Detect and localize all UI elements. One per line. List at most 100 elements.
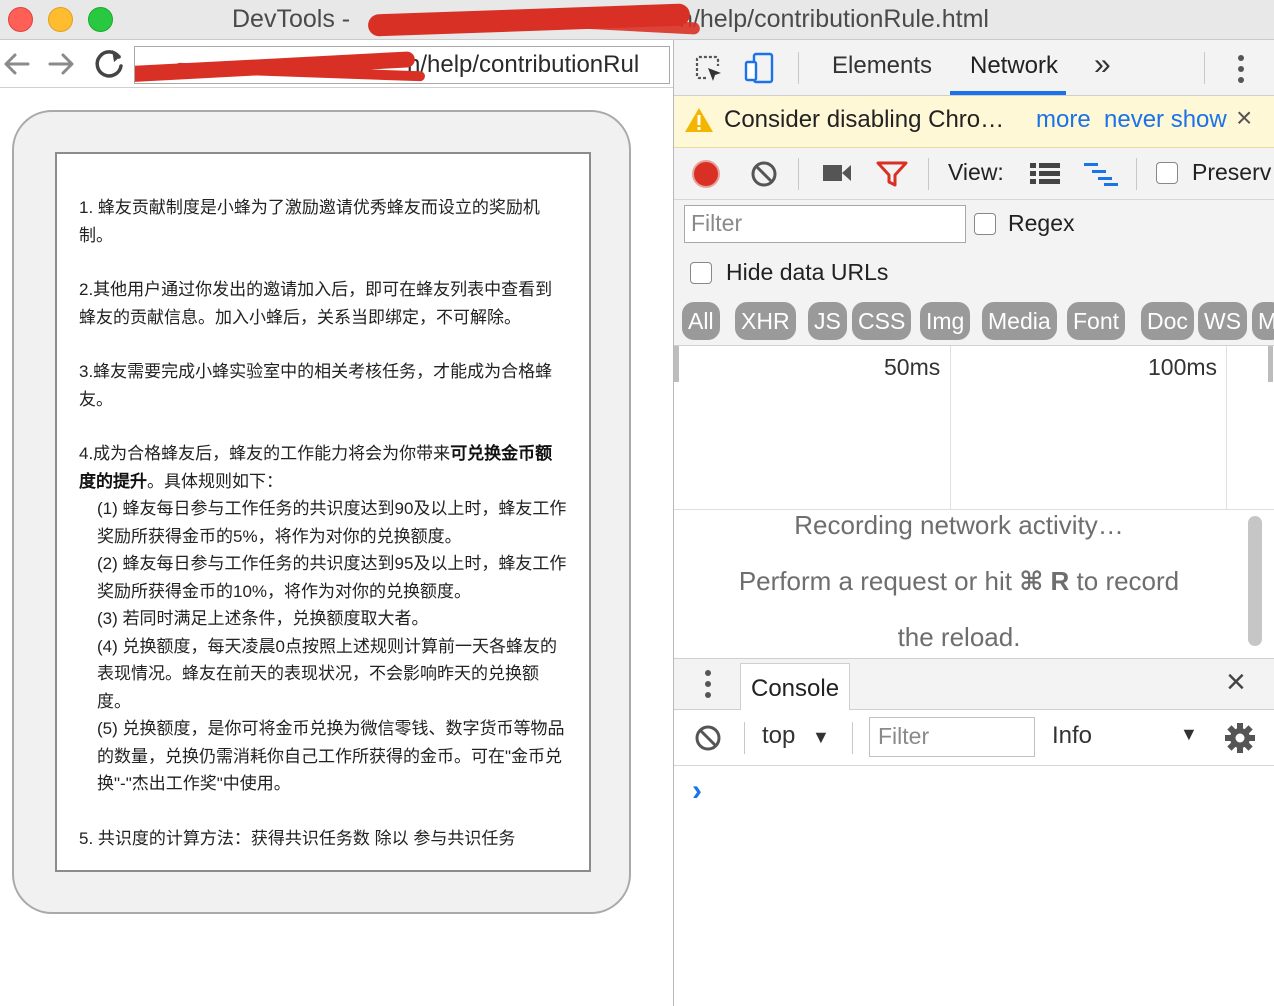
console-clear-icon[interactable] [694,724,722,757]
drawer-menu-icon[interactable] [704,669,712,704]
toolbar-divider [744,722,745,754]
rule-item: (2) 蜂友每日参与工作任务的共识度达到95及以上时，蜂友工作奖励所获得金币的1… [97,554,567,601]
type-filter-css[interactable]: CSS [852,302,912,340]
timeline-tick-label: 100ms [1148,354,1218,380]
type-filter-doc[interactable]: Doc [1141,302,1194,340]
rule-item: (3) 若同时满足上述条件，兑换额度取大者。 [97,609,429,628]
timeline-handle-left[interactable] [674,346,679,382]
hide-data-urls-checkbox[interactable] [690,262,712,284]
context-label: top [762,722,796,749]
zoom-window-button[interactable] [88,7,113,32]
regex-checkbox[interactable] [974,213,996,235]
empty-hint: Perform a request or hit ⌘ R to record [674,566,1244,597]
network-filter-row: Filter Regex [674,200,1274,248]
warning-message: Consider disabling Chro… [724,106,1005,133]
network-overview-timeline[interactable]: 50ms 100ms [674,346,1274,510]
clear-icon[interactable] [750,160,778,193]
inspect-element-icon[interactable] [694,54,724,89]
close-window-button[interactable] [8,7,33,32]
large-rows-icon[interactable] [1030,162,1060,189]
device-screen: 1. 蜂友贡献制度是小蜂为了激励邀请优秀蜂友而设立的奖励机制。 2.其他用户通过… [55,152,591,872]
type-filter-img[interactable]: Img [920,302,971,340]
drawer-close-icon[interactable]: × [1226,663,1246,702]
warning-never-show-link[interactable]: never show [1104,106,1227,134]
rule-text: 4.成为合格蜂友后，蜂友的工作能力将会为你带来 [79,444,451,463]
regex-label: Regex [1008,210,1075,236]
rule-paragraph: 1. 蜂友贡献制度是小蜂为了激励邀请优秀蜂友而设立的奖励机制。 [79,198,540,245]
timeline-tick-label: 50ms [884,354,941,380]
back-arrow-icon[interactable] [2,46,32,89]
more-options-icon[interactable] [1237,54,1245,89]
device-toolbar-icon[interactable] [744,52,776,89]
type-filter-js[interactable]: JS [808,302,847,340]
chevron-down-icon: ▼ [1180,724,1198,744]
empty-hint-text: to record [1069,566,1180,596]
console-output[interactable]: › [674,766,1274,1006]
tab-elements[interactable]: Elements [832,52,932,80]
log-level-selector[interactable]: Info ▼ [1052,722,1202,750]
network-filter-input[interactable]: Filter [684,205,966,243]
url-text: n/help/contributionRul [407,51,640,78]
window-title-prefix: DevTools - [232,5,358,33]
resource-type-filters: All XHR JS CSS Img Media Font Doc WS M [674,300,1274,346]
type-filter-font[interactable]: Font [1067,302,1126,340]
record-icon[interactable] [692,160,720,188]
window-title-suffix: n/help/contributionRule.html [679,5,989,33]
network-toolbar: View: Preserv [674,148,1274,200]
warning-infobar: Consider disabling Chro… more never show… [674,96,1274,148]
type-filter-xhr[interactable]: XHR [735,302,796,340]
contribution-rule-content: 1. 蜂友贡献制度是小蜂为了激励邀请优秀蜂友而设立的奖励机制。 2.其他用户通过… [79,194,569,870]
devtools-tabbar: Elements Network » [674,40,1274,96]
context-selector[interactable]: top ▼ [762,722,830,750]
type-filter-media[interactable]: Media [982,302,1057,340]
rule-paragraph: 4.成为合格蜂友后，蜂友的工作能力将会为你带来可兑换金币额度的提升。具体规则如下… [79,440,569,495]
hide-data-urls-row: Hide data URLs [674,248,1274,300]
console-prompt-icon[interactable]: › [692,774,702,808]
empty-title: Recording network activity… [794,510,1124,540]
console-filter-input[interactable]: Filter [869,717,1035,757]
waterfall-overview-icon[interactable] [1084,162,1118,191]
toolbar-divider [928,158,929,190]
rule-text: 。具体规则如下： [147,471,283,491]
address-bar: n/help/contributionRul [0,40,673,88]
console-settings-gear-icon[interactable] [1224,722,1256,759]
hide-data-urls-label: Hide data URLs [726,259,889,285]
shortcut-key: ⌘ R [1019,566,1070,596]
log-level-label: Info [1052,722,1093,749]
reload-icon[interactable] [92,46,126,89]
video-camera-icon[interactable] [822,162,852,189]
minimize-window-button[interactable] [48,7,73,32]
toolbar-divider [1204,52,1205,84]
rule-paragraph: 2.其他用户通过你发出的邀请加入后，即可在蜂友列表中查看到蜂友的贡献信息。加入小… [79,280,553,327]
more-tabs-icon[interactable]: » [1094,48,1111,82]
rule-item: (5) 兑换额度，是你可将金币兑换为微信零钱、数字货币等物品的数量，兑换仍需消耗… [97,719,565,793]
view-label: View: [948,159,1004,185]
toolbar-divider [852,722,853,754]
device-frame: 1. 蜂友贡献制度是小蜂为了激励邀请优秀蜂友而设立的奖励机制。 2.其他用户通过… [12,110,631,914]
type-filter-manifest[interactable]: M [1252,302,1274,340]
forward-arrow-icon[interactable] [46,46,76,89]
rule-item: (1) 蜂友每日参与工作任务的共识度达到90及以上时，蜂友工作奖励所获得金币的5… [97,499,567,546]
warning-close-icon[interactable]: × [1236,102,1252,134]
timeline-handle-right[interactable] [1268,346,1273,382]
window-titlebar: DevTools - n/help/contributionRule.html [0,0,1274,40]
preserve-log-checkbox[interactable] [1156,162,1178,184]
tab-network[interactable]: Network [970,52,1058,80]
url-input[interactable]: n/help/contributionRul [134,46,670,84]
tab-console[interactable]: Console [740,663,850,711]
browser-pane: n/help/contributionRul 1. 蜂友贡献制度是小蜂为了激励邀… [0,40,673,1006]
toolbar-divider [798,52,799,84]
type-filter-all[interactable]: All [682,302,720,340]
timeline-gridline [950,346,951,510]
preserve-log-label: Preserv [1192,159,1272,185]
network-scrollbar[interactable] [1248,516,1262,646]
filter-funnel-icon[interactable] [876,160,908,193]
timeline-gridline [1226,346,1227,510]
warning-icon [684,106,714,139]
rule-paragraph: 3.蜂友需要完成小蜂实验室中的相关考核任务，才能成为合格蜂友。 [79,362,553,409]
devtools-panel: Elements Network » Consider disabling Ch… [673,40,1274,1006]
rule-item: (4) 兑换额度，每天凌晨0点按照上述规则计算前一天各蜂友的表现情况。蜂友在前天… [97,636,557,711]
warning-more-link[interactable]: more [1036,106,1091,134]
empty-hint-text: Perform a request or hit [738,566,1020,596]
type-filter-ws[interactable]: WS [1198,302,1248,340]
